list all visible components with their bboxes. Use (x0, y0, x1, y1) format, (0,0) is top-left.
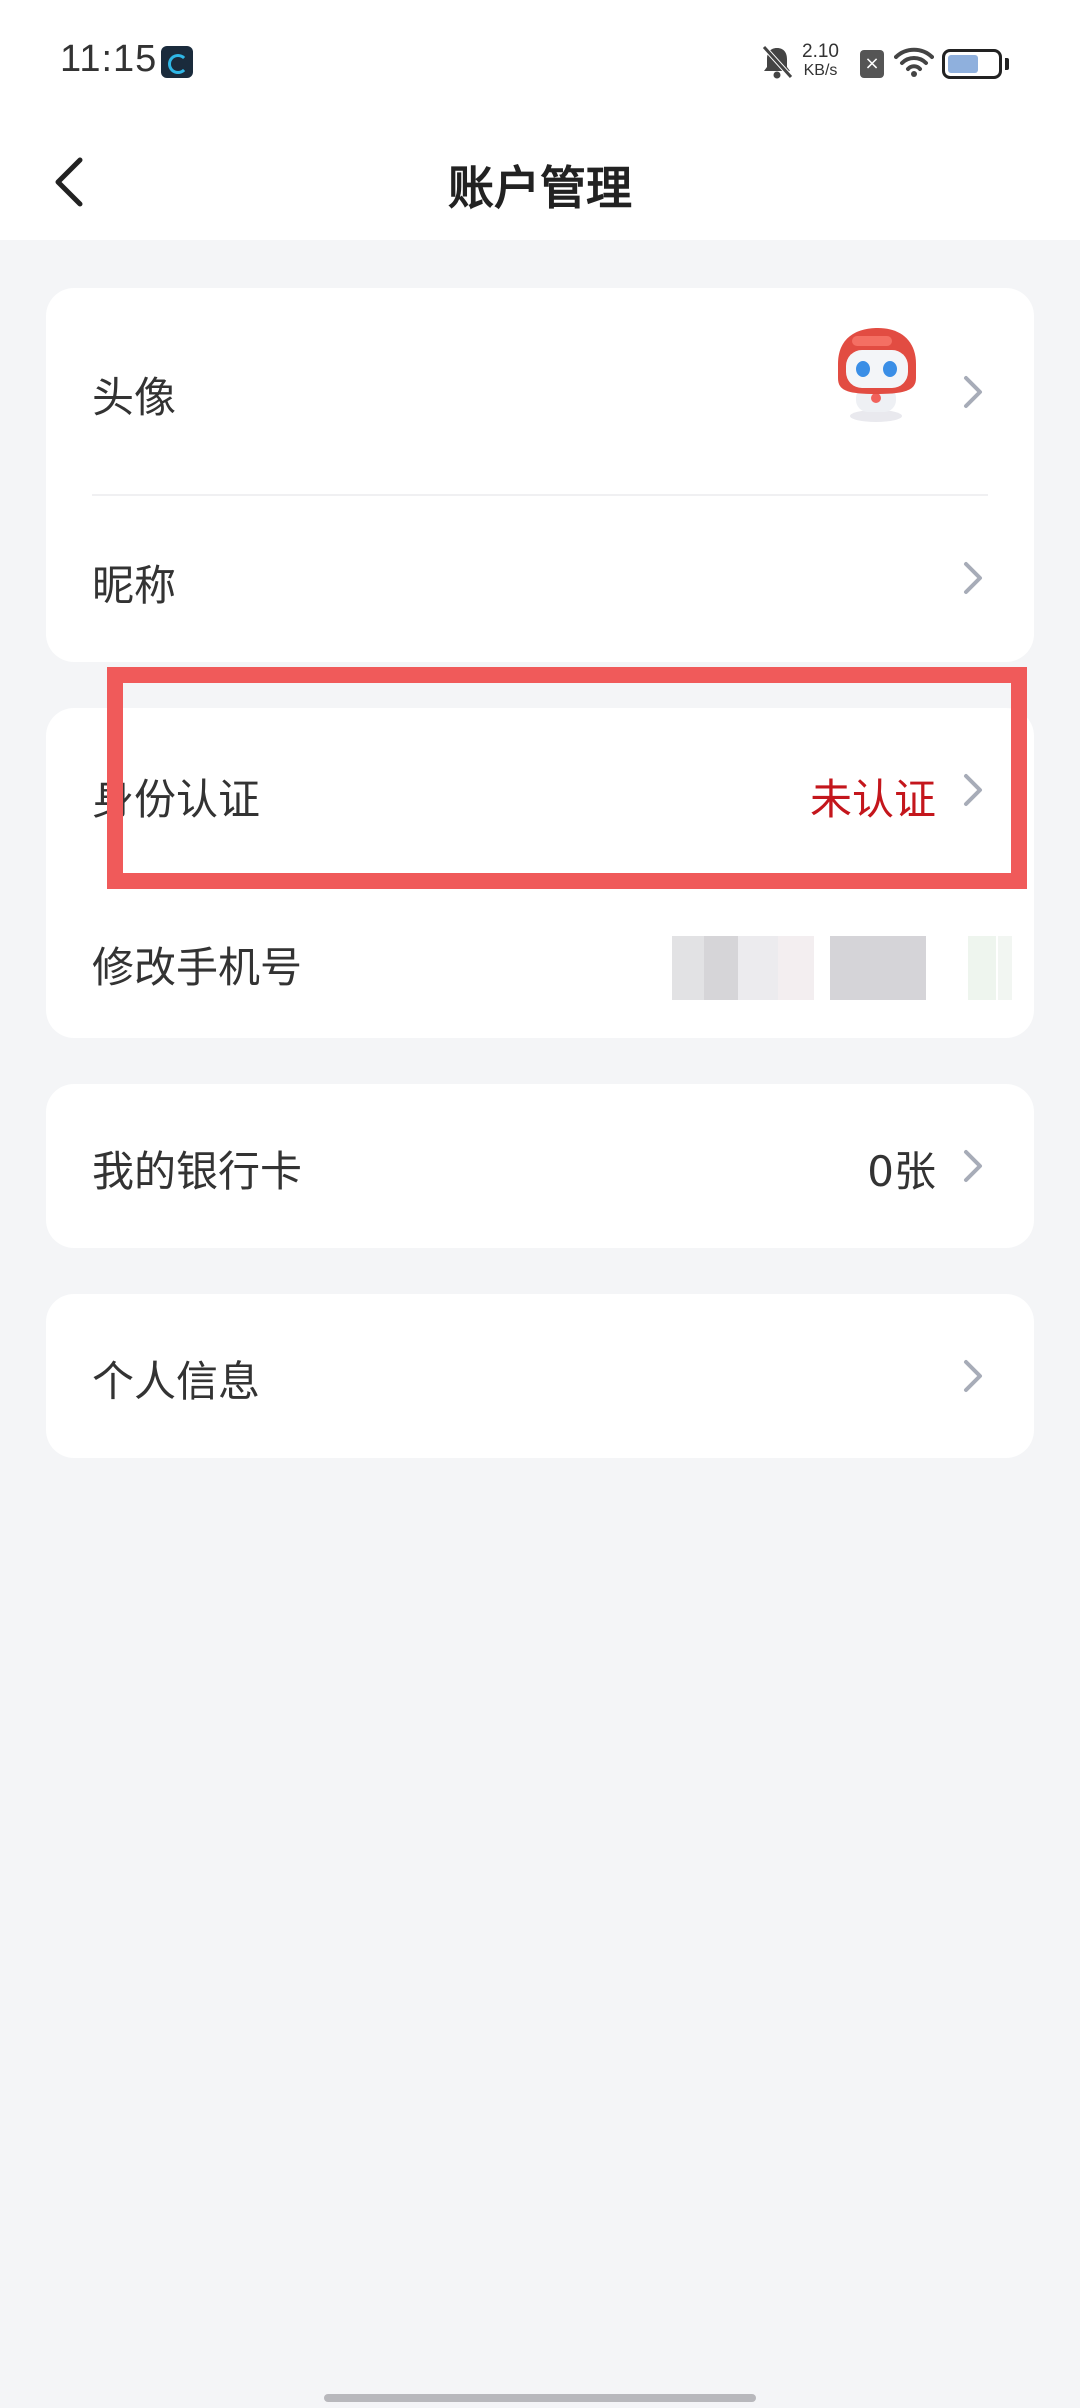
status-bar: 11:15 2.10 KB/s × (0, 0, 1080, 126)
nickname-label: 昵称 (92, 561, 177, 610)
net-speed-value: 2.10 (802, 41, 839, 62)
chevron-right-icon (964, 1150, 982, 1182)
phone-row[interactable]: 修改手机号 (46, 874, 1034, 1038)
net-speed-unit: KB/s (803, 62, 838, 79)
phone-number-redacted (672, 936, 1012, 1000)
home-indicator[interactable] (324, 2394, 756, 2402)
bank-card: 我的银行卡 0张 (46, 1084, 1034, 1248)
nav-bar: 账户管理 (0, 126, 1080, 240)
wifi-icon (894, 47, 934, 77)
chevron-right-icon (964, 1360, 982, 1392)
sim-x-icon: × (860, 50, 884, 78)
bank-card-row[interactable]: 我的银行卡 0张 (46, 1084, 1034, 1248)
highlight-annotation-box (107, 667, 1027, 889)
bank-card-label: 我的银行卡 (92, 1147, 303, 1196)
chevron-right-icon (964, 562, 982, 594)
app-icon (161, 46, 193, 78)
avatar[interactable] (826, 324, 926, 424)
chevron-right-icon (964, 376, 982, 408)
bell-off-icon (762, 45, 793, 79)
avatar-row[interactable]: 头像 (46, 288, 1034, 496)
personal-info-label: 个人信息 (92, 1357, 261, 1406)
phone-label: 修改手机号 (92, 943, 303, 992)
page-title: 账户管理 (448, 161, 632, 215)
profile-card: 头像 昵称 (46, 288, 1034, 662)
avatar-label: 头像 (92, 373, 177, 422)
status-time: 11:15 (60, 38, 158, 80)
bank-card-count: 0张 (867, 1147, 936, 1196)
status-icons: 2.10 KB/s × (680, 38, 1080, 88)
personal-info-card: 个人信息 (46, 1294, 1034, 1458)
personal-info-row[interactable]: 个人信息 (46, 1294, 1034, 1458)
net-speed: 2.10 KB/s (802, 42, 839, 80)
battery-tip (1005, 58, 1009, 70)
battery-icon (942, 49, 1002, 79)
nickname-row[interactable]: 昵称 (46, 496, 1034, 662)
